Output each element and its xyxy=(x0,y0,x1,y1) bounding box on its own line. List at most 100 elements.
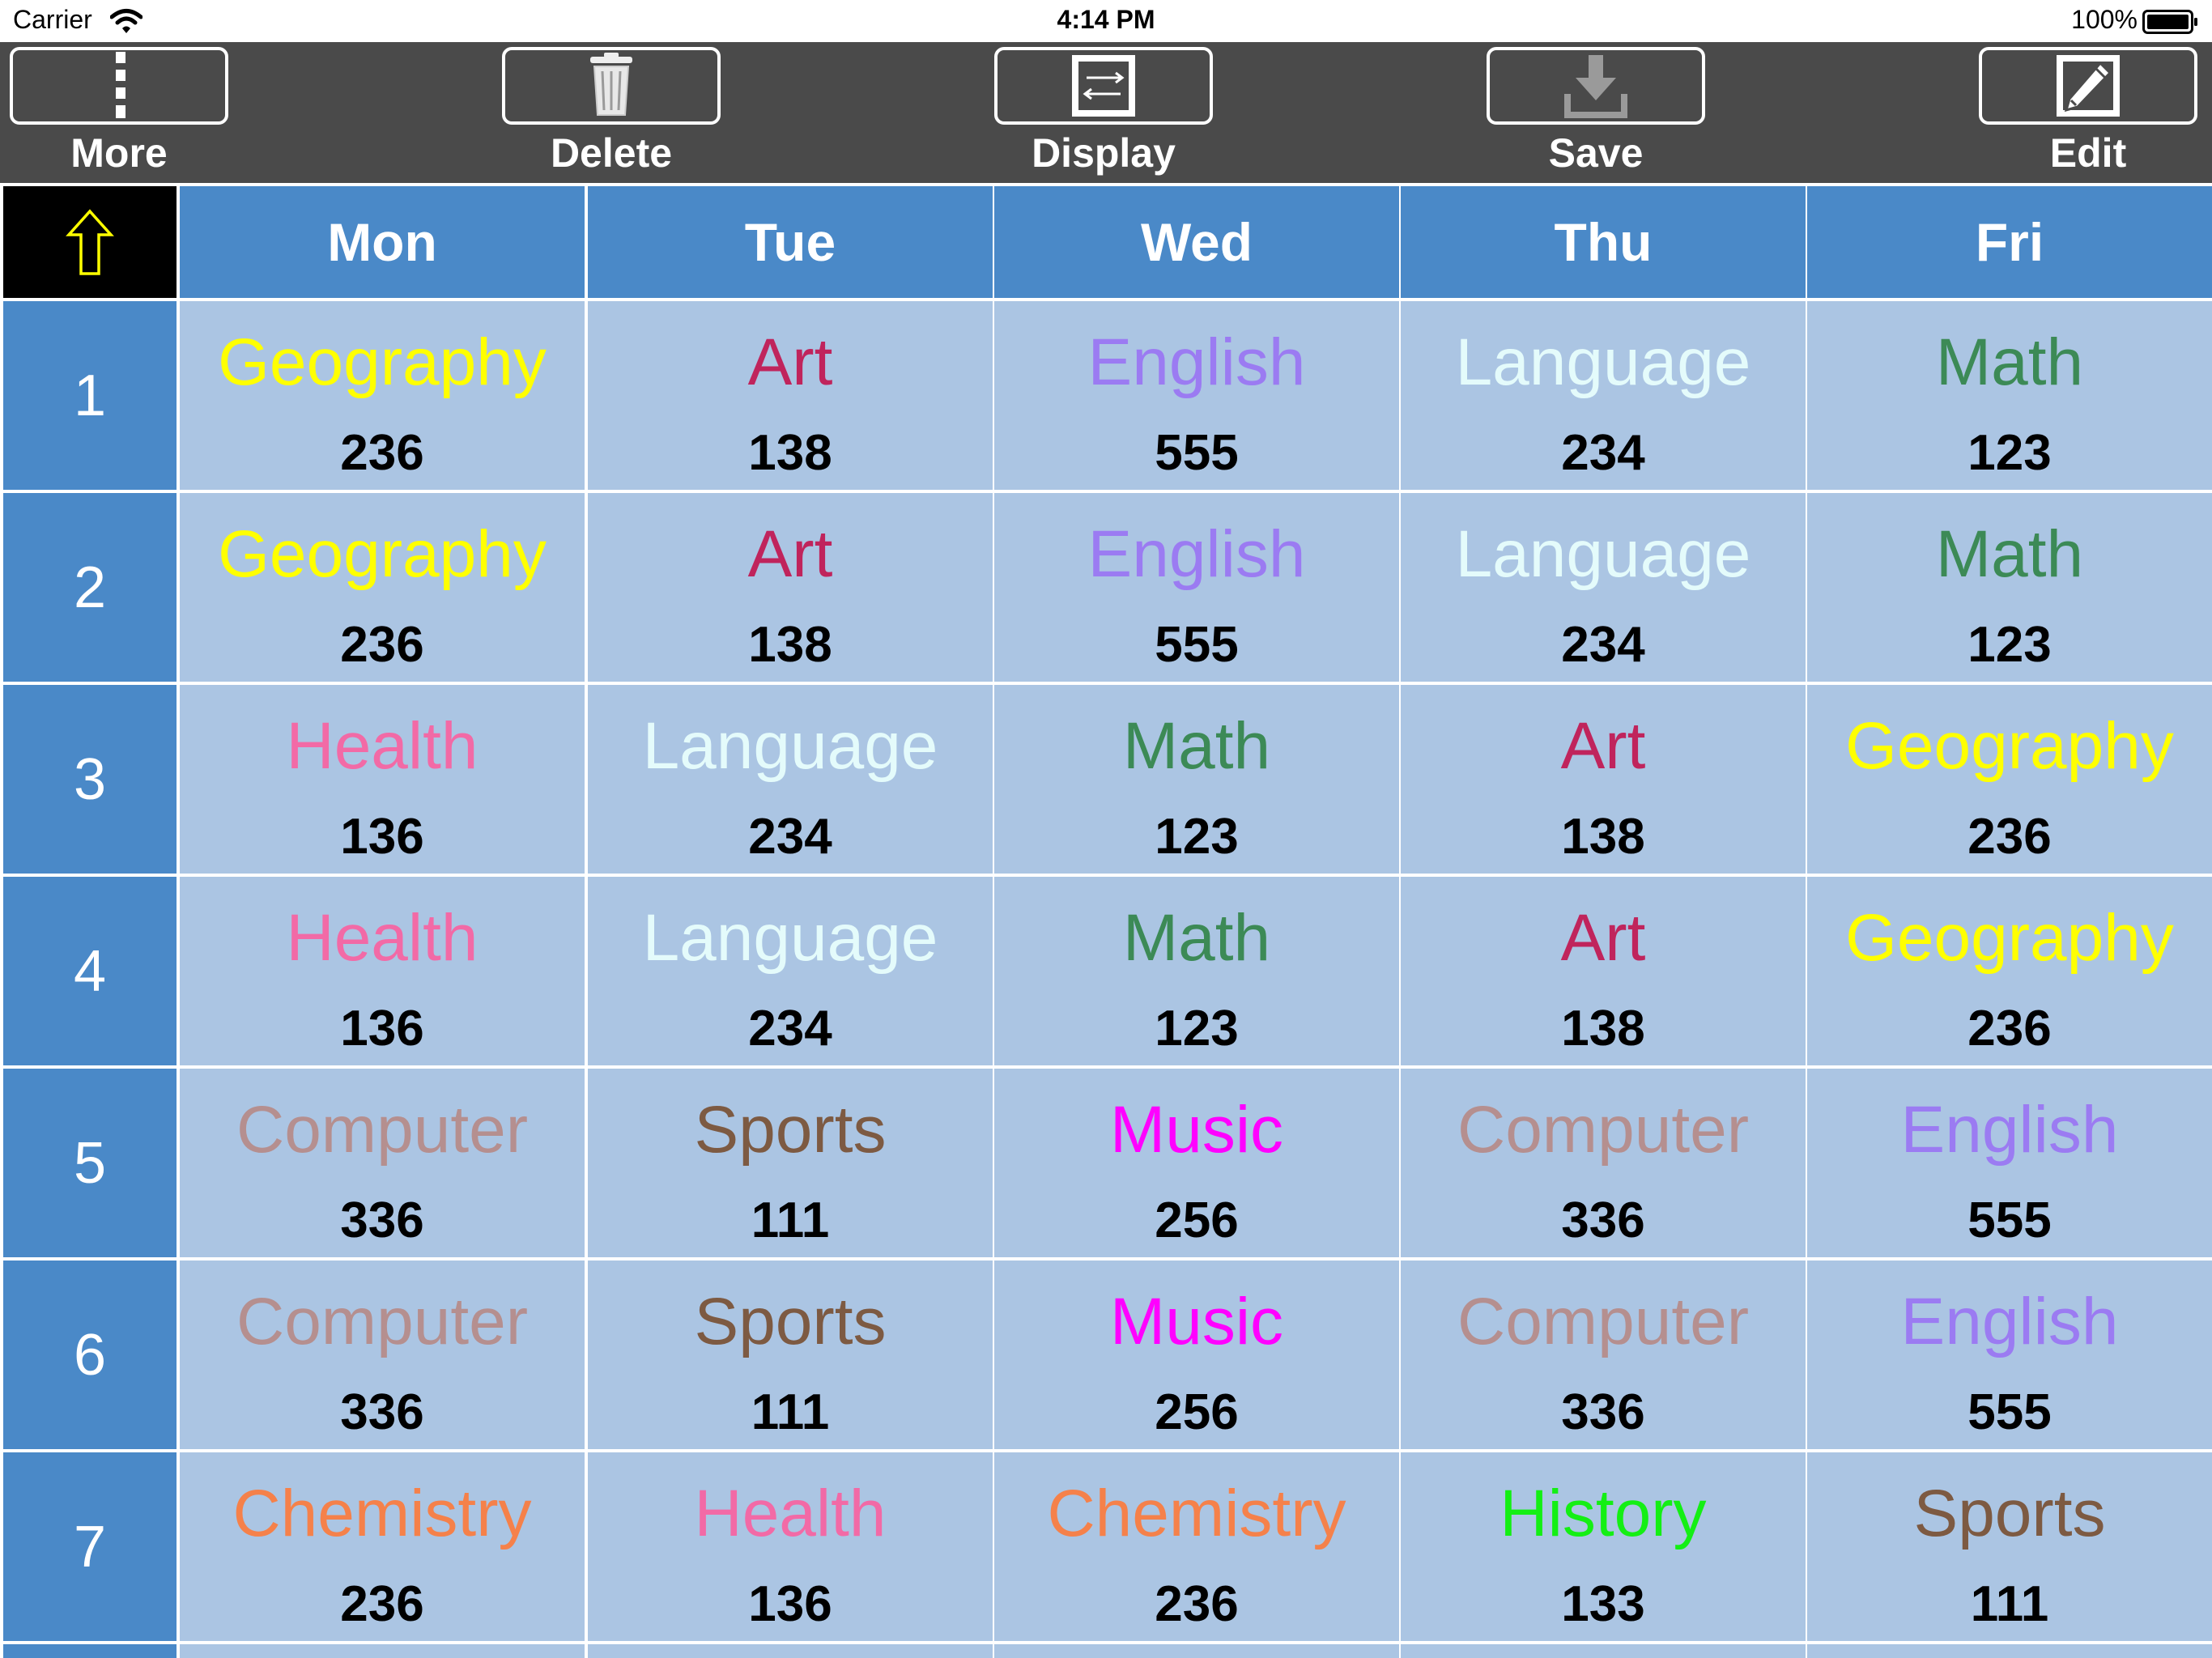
subject-name: Math xyxy=(1122,901,1271,975)
room-number: 555 xyxy=(1155,425,1239,481)
edit-button-frame[interactable] xyxy=(1979,47,2197,125)
subject-name: Computer xyxy=(1457,1093,1750,1167)
more-button-frame[interactable] xyxy=(10,47,228,125)
battery-icon xyxy=(2142,10,2197,34)
subject-name: Music xyxy=(1109,1285,1284,1358)
lesson-cell-wed-1[interactable]: English 555 xyxy=(994,301,1399,490)
day-header-mon[interactable]: Mon xyxy=(180,186,585,298)
subject-name: English xyxy=(1900,1285,2119,1358)
room-number: 555 xyxy=(1155,617,1239,673)
lesson-cell-tue-7[interactable]: Health 136 xyxy=(588,1452,993,1641)
lesson-cell-wed-3[interactable]: Math 123 xyxy=(994,685,1399,874)
lesson-cell-wed-5[interactable]: Music 256 xyxy=(994,1069,1399,1257)
period-number-label: 7 xyxy=(73,1514,107,1579)
day-header-tue[interactable]: Tue xyxy=(588,186,993,298)
lesson-cell-thu-5[interactable]: Computer 336 xyxy=(1401,1069,1806,1257)
subject-name: Geography xyxy=(1845,709,2174,783)
day-header-thu[interactable]: Thu xyxy=(1401,186,1806,298)
lesson-cell-fri-5[interactable]: English 555 xyxy=(1807,1069,2212,1257)
lesson-cell-thu-4[interactable]: Art 138 xyxy=(1401,877,1806,1065)
period-number-3[interactable]: 3 xyxy=(3,685,177,874)
period-number-label: 1 xyxy=(73,363,107,428)
edit-button[interactable]: Edit xyxy=(1979,42,2197,183)
room-number: 336 xyxy=(1561,1192,1645,1248)
save-button-frame[interactable] xyxy=(1487,47,1705,125)
lesson-cell-wed-6[interactable]: Music 256 xyxy=(994,1261,1399,1449)
display-button-frame[interactable] xyxy=(994,47,1213,125)
lesson-cell-tue-3[interactable]: Language 234 xyxy=(588,685,993,874)
subject-name: Health xyxy=(286,901,479,975)
subject-name: English xyxy=(1087,517,1306,591)
lesson-cell-thu-3[interactable]: Art 138 xyxy=(1401,685,1806,874)
room-number: 123 xyxy=(1155,1001,1239,1056)
lesson-cell-wed-2[interactable]: English 555 xyxy=(994,493,1399,682)
day-header-fri[interactable]: Fri xyxy=(1807,186,2212,298)
subject-name: Math xyxy=(1935,517,2084,591)
period-number-label: 4 xyxy=(73,938,107,1004)
lesson-cell-wed-7[interactable]: Chemistry 236 xyxy=(994,1452,1399,1641)
room-number: 256 xyxy=(1155,1192,1239,1248)
lesson-cell-thu-6[interactable]: Computer 336 xyxy=(1401,1261,1806,1449)
lesson-cell-fri-1[interactable]: Math 123 xyxy=(1807,301,2212,490)
lesson-cell-tue-1[interactable]: Art 138 xyxy=(588,301,993,490)
more-button[interactable]: More xyxy=(10,42,228,183)
room-number: 336 xyxy=(340,1192,424,1248)
subject-name: Math xyxy=(1935,325,2084,399)
lesson-cell-mon-2[interactable]: Geography 236 xyxy=(180,493,585,682)
period-number-5[interactable]: 5 xyxy=(3,1069,177,1257)
display-button[interactable]: Display xyxy=(994,42,1213,183)
lesson-cell-tue-2[interactable]: Art 138 xyxy=(588,493,993,682)
lesson-cell-mon-5[interactable]: Computer 336 xyxy=(180,1069,585,1257)
lesson-cell-thu-1[interactable]: Language 234 xyxy=(1401,301,1806,490)
period-number-2[interactable]: 2 xyxy=(3,493,177,682)
save-button[interactable]: Save xyxy=(1487,42,1705,183)
lesson-cell-mon-1[interactable]: Geography 236 xyxy=(180,301,585,490)
up-arrow-icon xyxy=(66,209,114,275)
lesson-cell-partial[interactable] xyxy=(994,1644,1399,1658)
lesson-cell-partial[interactable] xyxy=(1401,1644,1806,1658)
delete-button-frame[interactable] xyxy=(502,47,721,125)
room-number: 111 xyxy=(751,1192,830,1248)
room-number: 256 xyxy=(1155,1384,1239,1440)
lesson-cell-partial[interactable] xyxy=(588,1644,993,1658)
lesson-cell-fri-2[interactable]: Math 123 xyxy=(1807,493,2212,682)
subject-name: Sports xyxy=(694,1285,887,1358)
subject-name: English xyxy=(1900,1093,2119,1167)
room-number: 123 xyxy=(1967,425,2052,481)
lesson-cell-mon-3[interactable]: Health 136 xyxy=(180,685,585,874)
period-number-4[interactable]: 4 xyxy=(3,877,177,1065)
scroll-up-button[interactable] xyxy=(3,186,177,298)
lesson-cell-tue-4[interactable]: Language 234 xyxy=(588,877,993,1065)
room-number: 555 xyxy=(1967,1192,2052,1248)
room-number: 236 xyxy=(1967,1001,2052,1056)
lesson-cell-tue-5[interactable]: Sports 111 xyxy=(588,1069,993,1257)
subject-name: Health xyxy=(694,1477,887,1550)
edit-label: Edit xyxy=(2049,130,2127,176)
download-icon xyxy=(1564,55,1627,118)
lesson-cell-mon-4[interactable]: Health 136 xyxy=(180,877,585,1065)
room-number: 236 xyxy=(340,617,424,673)
period-number-7[interactable]: 7 xyxy=(3,1452,177,1641)
lesson-cell-partial[interactable] xyxy=(1807,1644,2212,1658)
lesson-cell-thu-7[interactable]: History 133 xyxy=(1401,1452,1806,1641)
room-number: 234 xyxy=(1561,425,1645,481)
lesson-cell-mon-6[interactable]: Computer 336 xyxy=(180,1261,585,1449)
lesson-cell-partial[interactable] xyxy=(180,1644,585,1658)
timetable-screen: Carrier 4:14 PM 100% More Delete Display… xyxy=(0,0,2212,1658)
day-header-wed[interactable]: Wed xyxy=(994,186,1399,298)
lesson-cell-wed-4[interactable]: Math 123 xyxy=(994,877,1399,1065)
room-number: 136 xyxy=(748,1576,832,1632)
lesson-cell-thu-2[interactable]: Language 234 xyxy=(1401,493,1806,682)
lesson-cell-tue-6[interactable]: Sports 111 xyxy=(588,1261,993,1449)
delete-label: Delete xyxy=(550,130,673,176)
lesson-cell-fri-6[interactable]: English 555 xyxy=(1807,1261,2212,1449)
subject-name: Language xyxy=(1455,517,1751,591)
lesson-cell-fri-4[interactable]: Geography 236 xyxy=(1807,877,2212,1065)
lesson-cell-fri-7[interactable]: Sports 111 xyxy=(1807,1452,2212,1641)
lesson-cell-fri-3[interactable]: Geography 236 xyxy=(1807,685,2212,874)
period-number-1[interactable]: 1 xyxy=(3,301,177,490)
lesson-cell-mon-7[interactable]: Chemistry 236 xyxy=(180,1452,585,1641)
delete-button[interactable]: Delete xyxy=(502,42,721,183)
period-row-partial[interactable] xyxy=(3,1644,177,1658)
period-number-6[interactable]: 6 xyxy=(3,1261,177,1449)
